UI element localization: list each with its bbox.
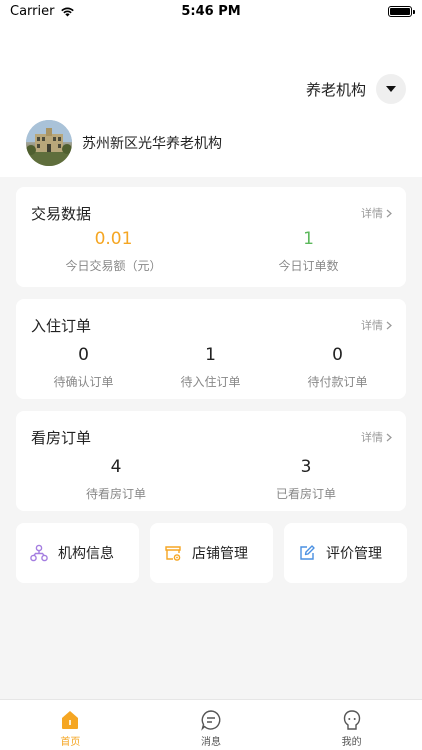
tab-profile-label: 我的: [341, 737, 362, 748]
pending-checkin-stat[interactable]: 1 待入住订单: [163, 345, 258, 390]
details-label: 详情: [361, 207, 383, 220]
tab-messages[interactable]: 消息: [141, 700, 282, 750]
org-info-button[interactable]: 机构信息: [16, 523, 139, 583]
trade-data-card: 交易数据 详情 0.01 今日交易额（元） 1 今日订单数: [16, 187, 406, 287]
order-count-label: 今日订单数: [278, 259, 339, 273]
trade-card-title: 交易数据: [31, 205, 92, 223]
pending-viewing-stat[interactable]: 4 待看房订单: [56, 457, 176, 502]
profile-icon: [343, 710, 360, 730]
home-icon: [62, 711, 79, 729]
org-type-dropdown-button[interactable]: [376, 74, 406, 104]
order-count-value: 1: [303, 229, 314, 249]
pending-confirm-label: 待确认订单: [53, 375, 114, 389]
viewed-label: 已看房订单: [275, 487, 336, 501]
org-name: 苏州新区光华养老机构: [82, 136, 222, 152]
trade-amount-value: 0.01: [94, 229, 133, 249]
edit-review-icon: [300, 545, 315, 560]
org-info[interactable]: 苏州新区光华养老机构: [26, 120, 222, 166]
chevron-right-icon: [386, 433, 392, 441]
battery-icon: [388, 5, 415, 17]
checkin-card-title: 入住订单: [31, 317, 92, 335]
tab-profile[interactable]: 我的: [281, 700, 422, 750]
trade-amount-label: 今日交易额（元）: [65, 259, 162, 273]
building-photo: [26, 120, 72, 166]
org-info-label: 机构信息: [58, 546, 114, 562]
store-management-label: 店铺管理: [192, 546, 248, 562]
tab-bar: 首页 消息 我的: [0, 699, 422, 750]
details-label: 详情: [361, 319, 383, 332]
details-label: 详情: [361, 431, 383, 444]
pending-viewing-value: 4: [110, 457, 122, 477]
pending-payment-value: 0: [332, 345, 343, 365]
wifi-icon: [61, 7, 75, 16]
org-avatar: [26, 120, 72, 166]
pending-checkin-label: 待入住订单: [180, 375, 241, 389]
trade-amount-stat[interactable]: 0.01 今日交易额（元）: [36, 229, 191, 274]
review-management-label: 评价管理: [326, 546, 382, 562]
viewing-details-link[interactable]: 详情: [361, 429, 392, 445]
caret-down-icon: [386, 85, 396, 92]
battery-level: [390, 7, 410, 15]
status-bar: Carrier 5:46 PM: [0, 0, 422, 22]
carrier-label: Carrier: [10, 3, 55, 19]
status-left: Carrier: [10, 4, 75, 19]
pending-checkin-value: 1: [205, 345, 216, 365]
viewed-stat[interactable]: 3 已看房订单: [246, 457, 366, 502]
message-icon: [201, 710, 221, 731]
store-settings-icon: [165, 546, 181, 561]
pending-confirm-value: 0: [78, 345, 89, 365]
checkin-details-link[interactable]: 详情: [361, 317, 392, 333]
dashboard-content: 交易数据 详情 0.01 今日交易额（元） 1 今日订单数 入住订单 详情 0 …: [0, 177, 422, 699]
order-count-stat[interactable]: 1 今日订单数: [231, 229, 386, 274]
org-type-label: 养老机构: [305, 80, 366, 99]
checkin-orders-card: 入住订单 详情 0 待确认订单 1 待入住订单 0 待付款订单: [16, 299, 406, 399]
chevron-right-icon: [386, 209, 392, 217]
pending-payment-label: 待付款订单: [307, 375, 368, 389]
viewed-value: 3: [300, 457, 312, 477]
trade-details-link[interactable]: 详情: [361, 205, 392, 221]
chevron-right-icon: [386, 321, 392, 329]
header: 养老机构 苏州新区光华养老机构: [0, 22, 422, 177]
pending-confirm-stat[interactable]: 0 待确认订单: [36, 345, 131, 390]
store-management-button[interactable]: 店铺管理: [150, 523, 273, 583]
review-management-button[interactable]: 评价管理: [284, 523, 407, 583]
org-type-switcher[interactable]: 养老机构: [306, 74, 406, 104]
pending-payment-stat[interactable]: 0 待付款订单: [290, 345, 385, 390]
tab-messages-label: 消息: [201, 737, 221, 748]
pending-viewing-label: 待看房订单: [85, 487, 146, 501]
tab-home[interactable]: 首页: [0, 700, 141, 750]
tab-home-label: 首页: [60, 737, 81, 748]
viewing-orders-card: 看房订单 详情 4 待看房订单 3 已看房订单: [16, 411, 406, 511]
viewing-card-title: 看房订单: [31, 429, 92, 447]
org-structure-icon: [30, 544, 48, 562]
